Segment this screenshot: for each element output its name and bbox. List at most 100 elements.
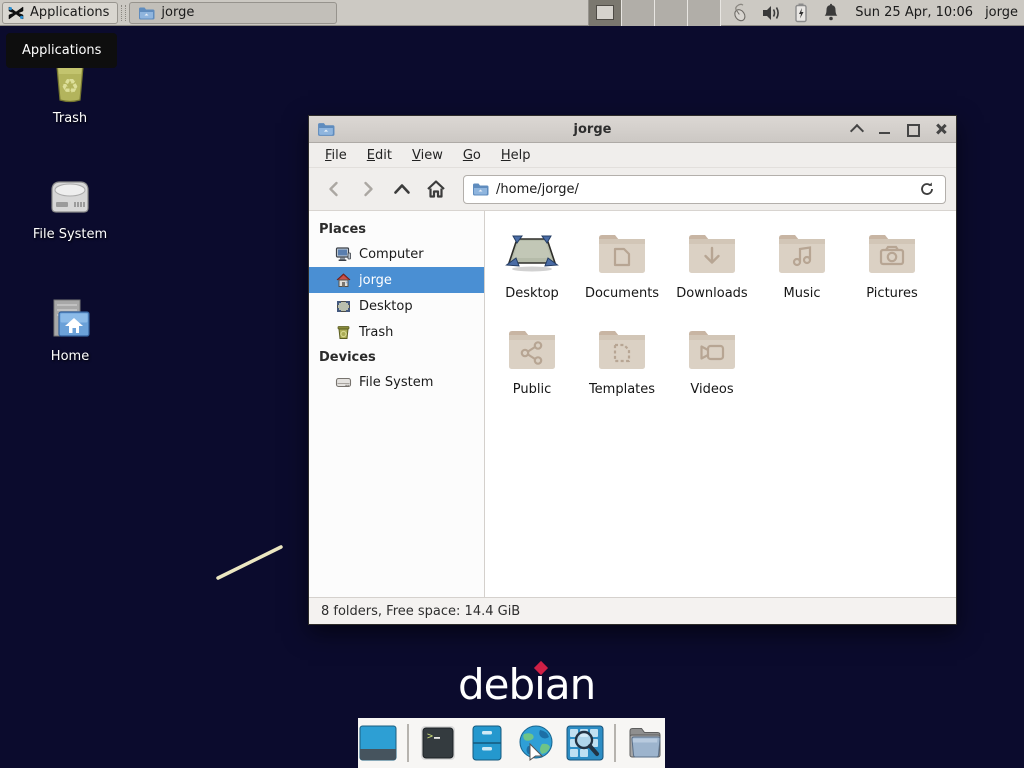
- hard-drive-icon: [22, 166, 118, 222]
- file-item-label: Music: [757, 286, 847, 301]
- home-button[interactable]: [421, 174, 451, 204]
- file-item-pictures[interactable]: Pictures: [847, 225, 937, 321]
- sidebar-item-label: File System: [359, 375, 433, 390]
- sidebar-item-computer[interactable]: Computer: [309, 241, 484, 267]
- close-button[interactable]: [934, 122, 948, 136]
- titlebar[interactable]: jorge: [309, 116, 956, 143]
- panel-clock[interactable]: Sun 25 Apr, 10:06: [851, 5, 983, 20]
- desktop-icon: [335, 298, 352, 315]
- mouse-icon[interactable]: [731, 3, 751, 23]
- taskbar-window-button[interactable]: jorge: [129, 2, 337, 24]
- shade-button[interactable]: [850, 122, 864, 136]
- applications-menu-label: Applications: [30, 5, 109, 20]
- file-item-label: Downloads: [667, 286, 757, 301]
- path-text[interactable]: /home/jorge/: [496, 182, 910, 197]
- forward-button[interactable]: [353, 174, 383, 204]
- workspace-1[interactable]: [589, 0, 622, 26]
- folder-music-icon: [757, 225, 847, 283]
- file-item-templates[interactable]: Templates: [577, 321, 667, 417]
- file-item-documents[interactable]: Documents: [577, 225, 667, 321]
- forward-arrow-icon: [359, 180, 377, 198]
- path-folder-icon: [472, 182, 489, 196]
- file-item-public[interactable]: Public: [487, 321, 577, 417]
- sidebar-item-label: jorge: [359, 273, 392, 288]
- folder-videos-icon: [667, 321, 757, 379]
- reload-button[interactable]: [917, 179, 937, 199]
- terminal-launcher[interactable]: >: [418, 723, 458, 763]
- file-item-label: Public: [487, 382, 577, 397]
- menu-view[interactable]: View: [402, 145, 453, 166]
- application-finder-icon: [566, 725, 604, 761]
- taskbar-window-label: jorge: [161, 5, 194, 20]
- folder-documents-icon: [577, 225, 667, 283]
- back-button[interactable]: [319, 174, 349, 204]
- harddisk-icon: [335, 374, 352, 391]
- system-tray: [721, 3, 851, 23]
- window-title: jorge: [335, 122, 850, 137]
- sidebar-item-label: Computer: [359, 247, 424, 262]
- terminal-icon: >: [420, 725, 456, 761]
- folder-downloads-icon: [667, 225, 757, 283]
- directory-menu-button[interactable]: [625, 723, 665, 763]
- home-folder-icon: [22, 288, 118, 344]
- applications-tooltip: Applications: [6, 33, 117, 68]
- cursor-trail-line: [215, 543, 285, 583]
- desktop-icon-label: File System: [22, 227, 118, 242]
- bottom-dock: >: [358, 718, 665, 768]
- folder-icon: [138, 6, 155, 20]
- web-browser-globe-icon: [516, 724, 556, 762]
- file-item-desktop[interactable]: Desktop: [487, 225, 577, 321]
- menu-edit[interactable]: Edit: [357, 145, 402, 166]
- panel-username[interactable]: jorge: [983, 5, 1024, 20]
- panel-grip[interactable]: [121, 5, 126, 21]
- dock-separator: [614, 724, 616, 762]
- statusbar-text: 8 folders, Free space: 14.4 GiB: [321, 604, 520, 619]
- workspace-3[interactable]: [655, 0, 688, 26]
- maximize-button[interactable]: [906, 122, 920, 136]
- reload-icon: [919, 181, 935, 197]
- file-cabinet-icon: [471, 725, 503, 761]
- desktop-icon-label: Home: [22, 349, 118, 364]
- window-controls: [850, 122, 948, 136]
- workspace-2[interactable]: [622, 0, 655, 26]
- battery-icon[interactable]: [791, 3, 811, 23]
- menu-file[interactable]: File: [315, 145, 357, 166]
- debian-logo: debian: [458, 660, 595, 709]
- workspace-window-miniature: [596, 5, 614, 20]
- trash-icon: [335, 324, 352, 341]
- file-item-videos[interactable]: Videos: [667, 321, 757, 417]
- app-finder-launcher[interactable]: [565, 723, 605, 763]
- web-browser-launcher[interactable]: [516, 723, 556, 763]
- desktop-icon-home[interactable]: Home: [22, 288, 118, 364]
- menu-go[interactable]: Go: [453, 145, 491, 166]
- file-item-label: Videos: [667, 382, 757, 397]
- sidebar-item-jorge[interactable]: jorge: [309, 267, 484, 293]
- menu-help[interactable]: Help: [491, 145, 541, 166]
- toolbar: /home/jorge/: [309, 168, 956, 210]
- menubar: File Edit View Go Help: [309, 143, 956, 168]
- workspace-4[interactable]: [688, 0, 721, 26]
- file-icon-view[interactable]: Desktop Documents: [485, 211, 956, 597]
- notifications-bell-icon[interactable]: [821, 3, 841, 23]
- dock-separator: [407, 724, 409, 762]
- xfce-applications-icon: [7, 4, 25, 22]
- sidebar-item-desktop[interactable]: Desktop: [309, 293, 484, 319]
- statusbar: 8 folders, Free space: 14.4 GiB: [309, 597, 956, 624]
- sidebar: Places Computer: [309, 211, 485, 597]
- file-item-music[interactable]: Music: [757, 225, 847, 321]
- file-manager-launcher[interactable]: [467, 723, 507, 763]
- up-button[interactable]: [387, 174, 417, 204]
- desktop-icon-file-system[interactable]: File System: [22, 166, 118, 242]
- file-item-downloads[interactable]: Downloads: [667, 225, 757, 321]
- sidebar-item-label: Trash: [359, 325, 393, 340]
- sidebar-item-file-system[interactable]: File System: [309, 369, 484, 395]
- file-item-label: Pictures: [847, 286, 937, 301]
- folder-public-icon: [487, 321, 577, 379]
- show-desktop-button[interactable]: [358, 723, 398, 763]
- sidebar-devices-header: Devices: [309, 345, 484, 369]
- sidebar-item-trash[interactable]: Trash: [309, 319, 484, 345]
- applications-menu-button[interactable]: Applications: [2, 2, 118, 24]
- volume-icon[interactable]: [761, 3, 781, 23]
- location-bar[interactable]: /home/jorge/: [463, 175, 946, 204]
- minimize-button[interactable]: [878, 122, 892, 136]
